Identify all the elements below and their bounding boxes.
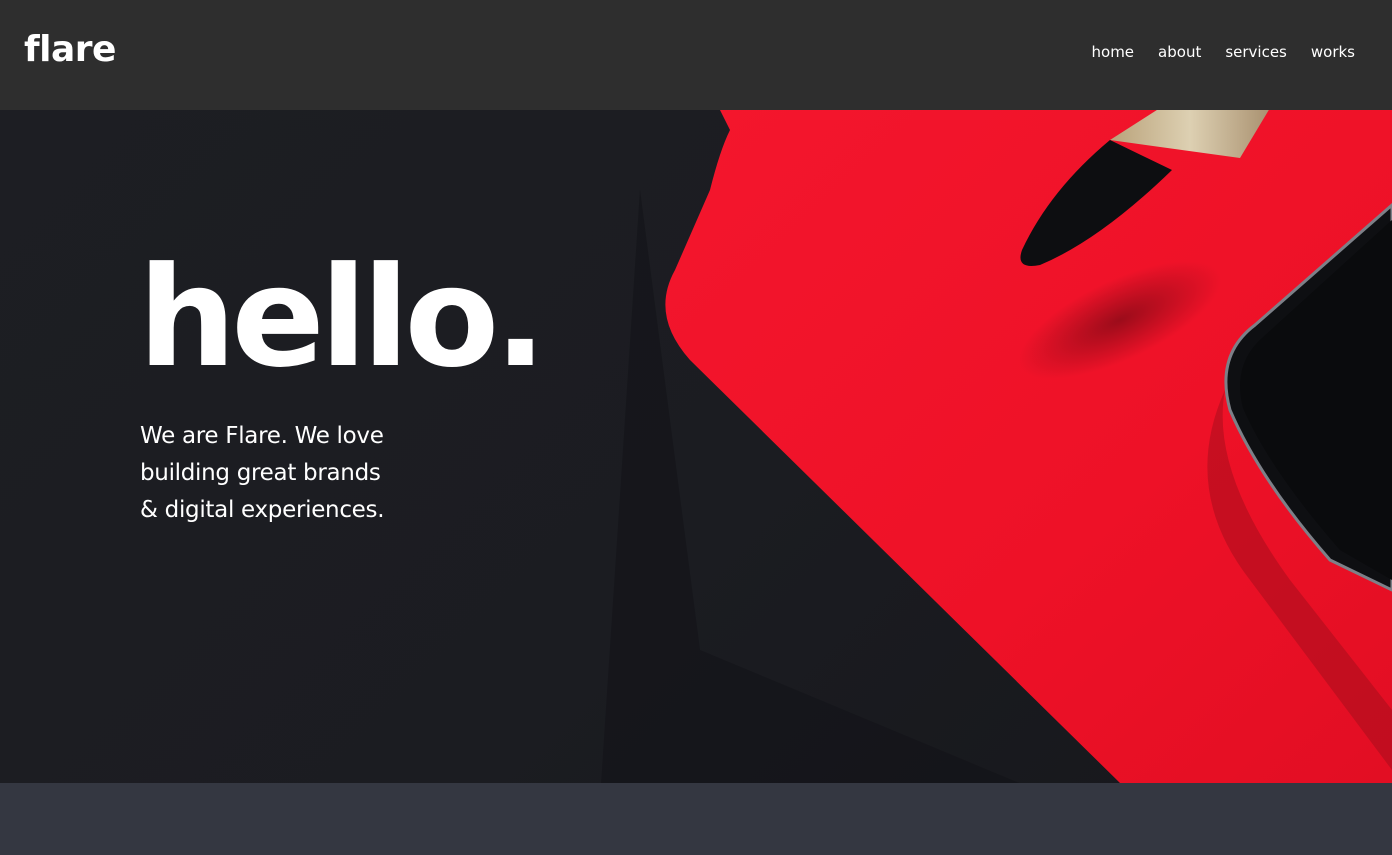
- nav-item-works[interactable]: works: [1311, 42, 1355, 62]
- hero-subtitle: We are Flare. We love building great bra…: [140, 423, 385, 523]
- logo[interactable]: flare: [24, 26, 116, 74]
- hero-section: hello. We are Flare. We love building gr…: [0, 110, 1392, 783]
- main-nav: home about services works: [1092, 42, 1355, 62]
- nav-item-about[interactable]: about: [1158, 42, 1201, 62]
- nav-item-home[interactable]: home: [1092, 42, 1135, 62]
- next-section-band: [0, 783, 1392, 855]
- nav-item-services[interactable]: services: [1225, 42, 1287, 62]
- hero-title: hello.: [138, 237, 547, 398]
- site-header: flare home about services works: [0, 0, 1392, 110]
